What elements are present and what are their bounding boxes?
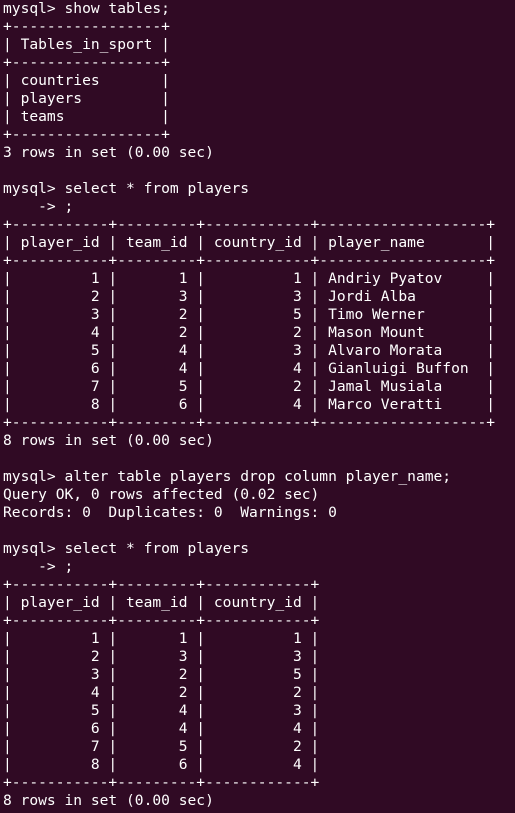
command-prompt-line: mysql> select * from players (3, 540, 250, 557)
command-prompt-line: mysql> show tables; (3, 0, 170, 17)
table-border-line: +-----------+---------+------------+ (3, 612, 320, 629)
table-row: | 4 | 2 | 2 | Mason Mount | (3, 324, 496, 341)
table-row: | 3 | 2 | 5 | (3, 666, 320, 683)
table-row: | 7 | 5 | 2 | Jamal Musiala | (3, 378, 496, 395)
table-border-line: +-----------------+ (3, 18, 170, 35)
table-border-line: +-----------+---------+------------+----… (3, 252, 496, 269)
status-line: Query OK, 0 rows affected (0.02 sec) (3, 486, 320, 503)
table-row: | player_id | team_id | country_id | (3, 594, 320, 611)
table-border-line: +-----------------+ (3, 126, 170, 143)
continuation-prompt-line: -> ; (3, 558, 74, 575)
table-row: | 1 | 1 | 1 | Andriy Pyatov | (3, 270, 496, 287)
table-row: | 2 | 3 | 3 | (3, 648, 320, 665)
table-border-line: +-----------+---------+------------+----… (3, 414, 496, 431)
table-border-line: +-----------+---------+------------+ (3, 774, 320, 791)
status-line: 8 rows in set (0.00 sec) (3, 432, 214, 449)
table-row: | 8 | 6 | 4 | Marco Veratti | (3, 396, 496, 413)
table-row: | teams | (3, 108, 170, 125)
terminal-output: mysql> show tables; +-----------------+ | … (3, 0, 515, 810)
table-row: | 5 | 4 | 3 | (3, 702, 320, 719)
continuation-prompt-line: -> ; (3, 198, 74, 215)
table-row: | players | (3, 90, 170, 107)
table-border-line: +-----------+---------+------------+----… (3, 216, 496, 233)
table-row: | 7 | 5 | 2 | (3, 738, 320, 755)
table-border-line: +-----------+---------+------------+ (3, 576, 320, 593)
status-line: 3 rows in set (0.00 sec) (3, 144, 214, 161)
terminal-window[interactable]: mysql> show tables; +-----------------+ | … (0, 0, 515, 813)
table-border-line: +-----------------+ (3, 54, 170, 71)
table-row: | player_id | team_id | country_id | pla… (3, 234, 496, 251)
table-row: | 8 | 6 | 4 | (3, 756, 320, 773)
table-row: | Tables_in_sport | (3, 36, 170, 53)
table-row: | 1 | 1 | 1 | (3, 630, 320, 647)
command-prompt-line: mysql> select * from players (3, 180, 250, 197)
table-row: | 4 | 2 | 2 | (3, 684, 320, 701)
command-prompt-line: mysql> alter table players drop column p… (3, 468, 452, 485)
table-row: | 6 | 4 | 4 | Gianluigi Buffon | (3, 360, 496, 377)
table-row: | 5 | 4 | 3 | Alvaro Morata | (3, 342, 496, 359)
table-row: | 6 | 4 | 4 | (3, 720, 320, 737)
status-line: 8 rows in set (0.00 sec) (3, 792, 214, 809)
status-line: Records: 0 Duplicates: 0 Warnings: 0 (3, 504, 337, 521)
table-row: | countries | (3, 72, 170, 89)
table-row: | 3 | 2 | 5 | Timo Werner | (3, 306, 496, 323)
table-row: | 2 | 3 | 3 | Jordi Alba | (3, 288, 496, 305)
